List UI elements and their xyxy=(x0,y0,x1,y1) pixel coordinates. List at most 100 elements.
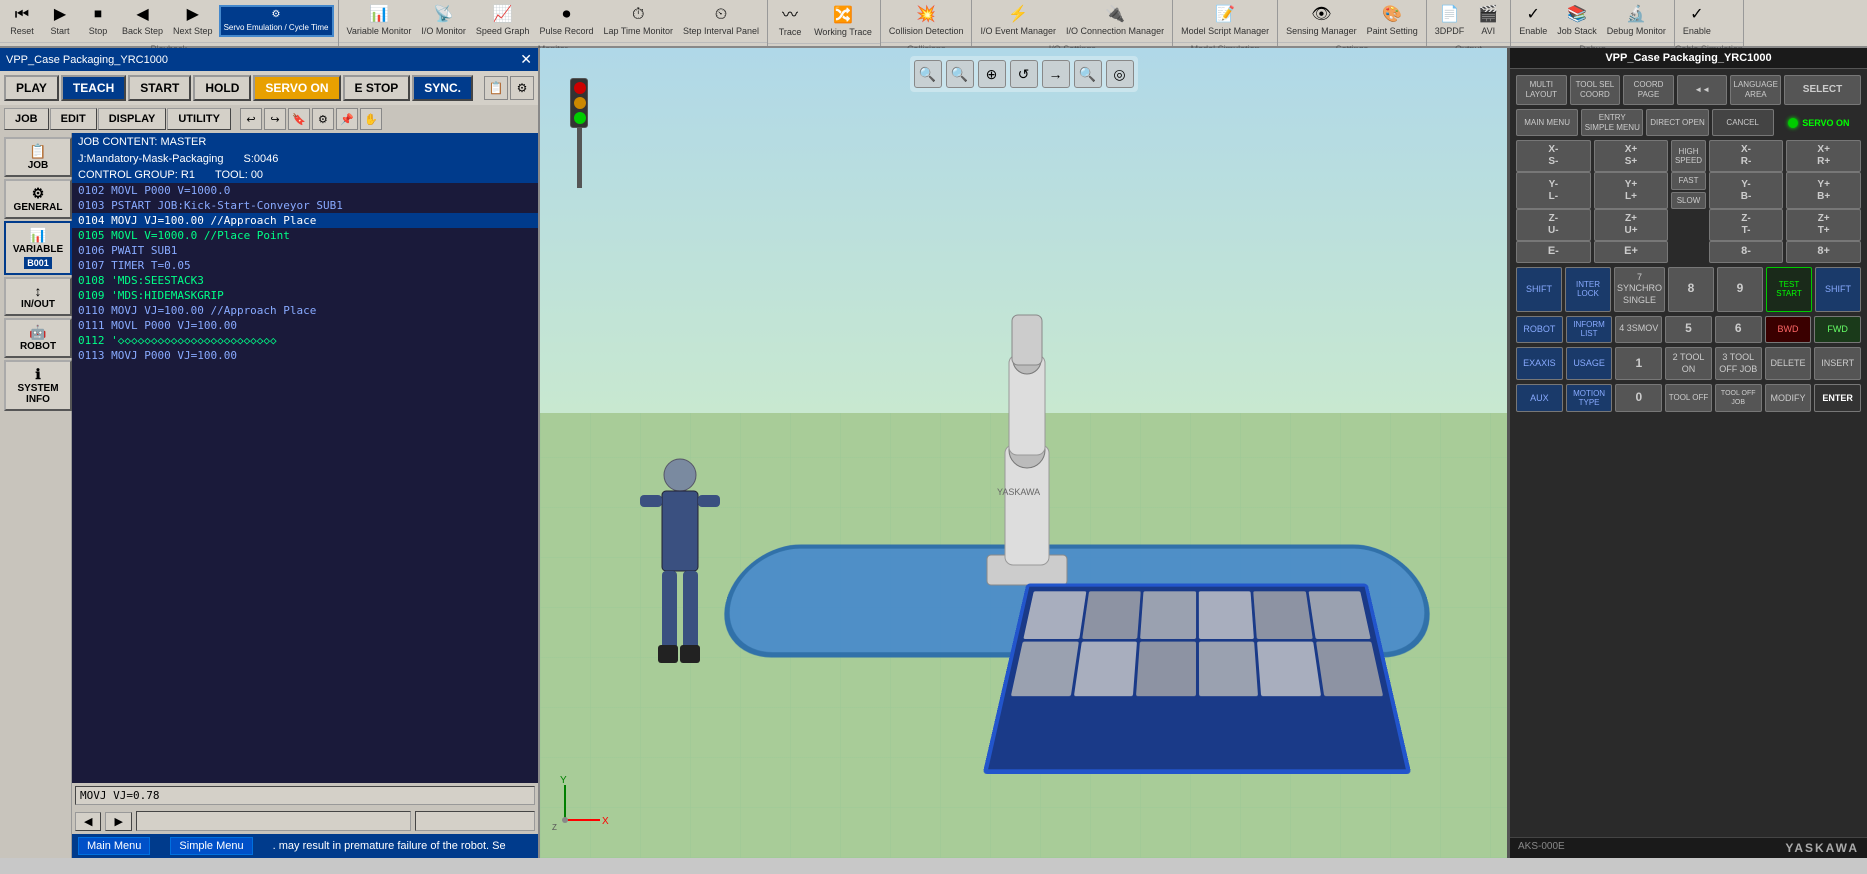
sidebar-item-inout[interactable]: ↕ IN/OUT xyxy=(4,277,72,316)
y-plus-button[interactable]: Y+ L+ xyxy=(1594,172,1669,209)
key-2-button[interactable]: 2 TOOL ON xyxy=(1665,347,1712,380)
select-button[interactable]: SELECT xyxy=(1784,75,1861,105)
z-minus-button[interactable]: Z- U- xyxy=(1516,209,1591,241)
sidebar-item-general[interactable]: ⚙ GENERAL xyxy=(4,179,72,219)
test-start-button[interactable]: TEST START xyxy=(1766,267,1812,312)
job-line[interactable]: 0113 MOVJ P000 VJ=100.00 xyxy=(72,348,538,363)
job-line[interactable]: 0102 MOVL P000 V=1000.0 xyxy=(72,183,538,198)
sidebar-item-robot[interactable]: 🤖 ROBOT xyxy=(4,318,72,358)
vp-btn-5[interactable]: → xyxy=(1042,60,1070,88)
stop-button[interactable]: ⏹Stop xyxy=(80,2,116,40)
x-minus-button[interactable]: X- S- xyxy=(1516,140,1591,172)
aux-button[interactable]: AUX xyxy=(1516,384,1563,412)
nav-play-button[interactable]: ▶ xyxy=(105,812,131,831)
cancel-button[interactable]: CANCEL xyxy=(1712,109,1774,136)
icon-btn-1[interactable]: 📋 xyxy=(484,76,508,100)
y-minus-button[interactable]: Y- L- xyxy=(1516,172,1591,209)
multi-layout-button[interactable]: MULTI LAYOUT xyxy=(1516,75,1567,105)
language-button[interactable]: LANGUAGE AREA xyxy=(1730,75,1781,105)
shift-left-button[interactable]: SHIFT xyxy=(1516,267,1562,312)
x-r-plus-button[interactable]: X+ R+ xyxy=(1786,140,1861,172)
estop-button[interactable]: E STOP xyxy=(343,75,411,101)
job-line[interactable]: 0104 MOVJ VJ=100.00 //Approach Place xyxy=(72,213,538,228)
paint-setting-button[interactable]: 🎨Paint Setting xyxy=(1363,2,1422,40)
job-line[interactable]: 0108 'MDS:SEESTACK3 xyxy=(72,273,538,288)
key-0-button[interactable]: 0 xyxy=(1615,384,1662,412)
inform-list-button[interactable]: INFORM LIST xyxy=(1566,316,1613,343)
key-6-button[interactable]: 6 xyxy=(1715,316,1762,343)
back-step-button[interactable]: ◀Back Step xyxy=(118,2,167,40)
collision-detection-button[interactable]: 💥Collision Detection xyxy=(885,2,968,40)
cable-enable-button[interactable]: ✓Enable xyxy=(1679,2,1715,40)
key-3-button[interactable]: 3 TOOL OFF JOB xyxy=(1715,347,1762,380)
main-menu-status[interactable]: Main Menu xyxy=(78,837,150,855)
sync-button[interactable]: SYNC. xyxy=(412,75,473,101)
hold-button[interactable]: HOLD xyxy=(193,75,251,101)
panel-close-button[interactable]: ✕ xyxy=(520,51,532,68)
pulse-record-button[interactable]: ⏺Pulse Record xyxy=(535,2,597,40)
utility-menu-button[interactable]: UTILITY xyxy=(167,108,231,130)
z-plus-button[interactable]: Z+ U+ xyxy=(1594,209,1669,241)
debug-enable-button[interactable]: ✓Enable xyxy=(1515,2,1551,40)
display-menu-button[interactable]: DISPLAY xyxy=(98,108,167,130)
avi-button[interactable]: 🎬AVI xyxy=(1470,2,1506,40)
job-stack-button[interactable]: 📚Job Stack xyxy=(1553,2,1601,40)
high-speed-button[interactable]: HIGH SPEED xyxy=(1671,140,1705,172)
play-button[interactable]: PLAY xyxy=(4,75,59,101)
next-step-button[interactable]: ▶Next Step xyxy=(169,2,217,40)
3d-viewport[interactable]: 🔍 🔍 ⊕ ↺ → 🔍 ◎ xyxy=(540,48,1507,858)
e-plus-button[interactable]: E+ xyxy=(1594,241,1669,262)
usage-button[interactable]: USAGE xyxy=(1566,347,1613,380)
vp-btn-2[interactable]: 🔍 xyxy=(946,60,974,88)
sidebar-item-systeminfo[interactable]: ℹ SYSTEM INFO xyxy=(4,360,72,411)
key-4-button[interactable]: 4 3SMOV xyxy=(1615,316,1662,343)
variable-monitor-button[interactable]: 📊Variable Monitor xyxy=(343,2,416,40)
edit-menu-button[interactable]: EDIT xyxy=(50,108,97,130)
model-script-button[interactable]: 📝Model Script Manager xyxy=(1177,2,1273,40)
sub-icon-1[interactable]: ↩ xyxy=(240,108,262,130)
simple-menu-status[interactable]: Simple Menu xyxy=(170,837,252,855)
servo-on-button[interactable]: SERVO ON xyxy=(253,75,340,101)
3dpdf-button[interactable]: 📄3DPDF xyxy=(1431,2,1469,40)
interlock-button[interactable]: INTER LOCK xyxy=(1565,267,1611,312)
job-input-field[interactable] xyxy=(75,786,535,805)
delete-button[interactable]: DELETE xyxy=(1765,347,1812,380)
servo-emulation-button[interactable]: ⚙Servo Emulation / Cycle Time xyxy=(219,5,334,37)
y-b-plus-button[interactable]: Y+ B+ xyxy=(1786,172,1861,209)
entry-simple-button[interactable]: ENTRY SIMPLE MENU xyxy=(1581,109,1643,136)
z-t-plus-button[interactable]: Z+ T+ xyxy=(1786,209,1861,241)
vp-btn-4[interactable]: ↺ xyxy=(1010,60,1038,88)
fast-button[interactable]: FAST xyxy=(1671,172,1705,190)
key-9-button[interactable]: 9 xyxy=(1717,267,1763,312)
motion-type-button[interactable]: MOTION TYPE xyxy=(1566,384,1613,412)
direct-open-button[interactable]: DIRECT OPEN xyxy=(1646,109,1708,136)
nav-left-button[interactable]: ◀ xyxy=(75,812,101,831)
slow-button[interactable]: SLOW xyxy=(1671,192,1705,210)
reset-button[interactable]: ⏮Reset xyxy=(4,2,40,40)
icon-btn-2[interactable]: ⚙ xyxy=(510,76,534,100)
sidebar-item-job[interactable]: 📋 JOB xyxy=(4,137,72,177)
exaxis-button[interactable]: EXAXIS xyxy=(1516,347,1563,380)
backtick-button[interactable]: ◄◄ xyxy=(1677,75,1728,105)
modify-button[interactable]: MODIFY xyxy=(1765,384,1812,412)
fwd-button[interactable]: FWD xyxy=(1814,316,1861,343)
io-connection-button[interactable]: 🔌I/O Connection Manager xyxy=(1062,2,1168,40)
x-plus-button[interactable]: X+ S+ xyxy=(1594,140,1669,172)
job-line[interactable]: 0109 'MDS:HIDEMASKGRIP xyxy=(72,288,538,303)
job-line[interactable]: 0105 MOVL V=1000.0 //Place Point xyxy=(72,228,538,243)
vp-btn-1[interactable]: 🔍 xyxy=(914,60,942,88)
z-t-minus-button[interactable]: Z- T- xyxy=(1709,209,1784,241)
x-r-minus-button[interactable]: X- R- xyxy=(1709,140,1784,172)
y-b-minus-button[interactable]: Y- B- xyxy=(1709,172,1784,209)
sub-icon-5[interactable]: 📌 xyxy=(336,108,358,130)
sidebar-item-variable[interactable]: 📊 VARIABLE B001 xyxy=(4,221,72,275)
debug-monitor-button[interactable]: 🔬Debug Monitor xyxy=(1603,2,1670,40)
insert-button[interactable]: INSERT xyxy=(1814,347,1861,380)
key-5-button[interactable]: 5 xyxy=(1665,316,1712,343)
tool-off-job-button[interactable]: TOOL OFF JOB xyxy=(1715,384,1762,412)
enter-button[interactable]: ENTER xyxy=(1814,384,1861,412)
vp-btn-7[interactable]: ◎ xyxy=(1106,60,1134,88)
step-interval-button[interactable]: ⏲Step Interval Panel xyxy=(679,2,763,40)
tool-off-button[interactable]: TOOL OFF xyxy=(1665,384,1712,412)
job-line[interactable]: 0110 MOVJ VJ=100.00 //Approach Place xyxy=(72,303,538,318)
